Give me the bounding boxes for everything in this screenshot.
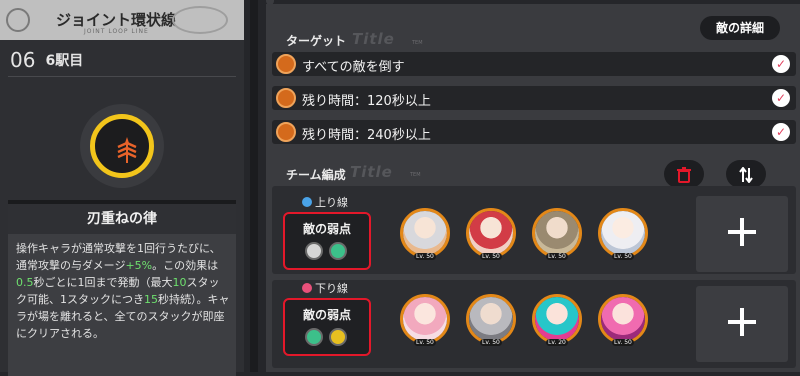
monkey-badge-icon	[276, 88, 296, 108]
target-label: すべての敵を倒す	[302, 60, 405, 75]
targets-title: ターゲット	[286, 34, 347, 48]
lightning-icon	[329, 328, 347, 346]
character-slot[interactable]	[466, 208, 516, 258]
check-icon: ✓	[772, 89, 790, 107]
lower-line-icon	[302, 283, 312, 293]
trash-icon	[677, 166, 691, 183]
character-portrait	[535, 211, 579, 255]
monkey-badge-icon	[276, 54, 296, 74]
team-title-tm: TEM	[410, 172, 421, 178]
character-slot[interactable]	[532, 294, 582, 344]
wind-icon	[329, 242, 347, 260]
stage-header: ジョイント環状線 JOINT LOOP LINE	[0, 0, 244, 40]
divider	[8, 76, 236, 77]
plus-icon	[728, 308, 756, 336]
delete-team-button[interactable]	[664, 160, 704, 188]
effect-name: 刃重ねの律	[8, 204, 236, 234]
line-logo-icon	[6, 8, 30, 32]
character-slot[interactable]	[532, 208, 582, 258]
character-slot[interactable]	[598, 294, 648, 344]
stage-subtitle: JOINT LOOP LINE	[84, 28, 149, 35]
level-label: Lv. 50	[546, 253, 568, 260]
level-label: Lv. 50	[480, 339, 502, 346]
targets-title-deco: Title	[352, 30, 395, 48]
stage-number: 06	[10, 48, 36, 72]
enemy-details-button[interactable]: 敵の詳細	[700, 16, 780, 40]
target-label: 残り時間：240秒以上	[302, 128, 431, 143]
targets-title-tm: TEM	[412, 40, 423, 46]
upper-weakness-box: 敵の弱点	[283, 212, 371, 270]
character-slot[interactable]	[400, 294, 450, 344]
upper-line-label: 上り線	[315, 196, 348, 209]
target-item: すべての敵を倒す ✓	[272, 52, 796, 76]
stage-title: ジョイント環状線	[56, 11, 177, 29]
character-slot[interactable]	[598, 208, 648, 258]
upper-line-tag: 上り線	[302, 194, 348, 210]
weakness-label: 敵の弱点	[302, 222, 351, 236]
eye-decoration-icon	[172, 6, 228, 34]
stage-info: 06 6駅目	[10, 48, 83, 72]
character-slot[interactable]	[400, 208, 450, 258]
stage-label: 6駅目	[45, 53, 84, 69]
swap-vertical-icon	[739, 165, 753, 184]
character-slot[interactable]	[466, 294, 516, 344]
physical-icon	[305, 242, 323, 260]
add-character-button[interactable]	[696, 286, 788, 362]
character-portrait	[601, 297, 645, 341]
weakness-label: 敵の弱点	[302, 308, 351, 322]
lower-weakness-box: 敵の弱点	[283, 298, 371, 356]
effect-description: 操作キャラが通常攻撃を1回行うたびに、通常攻撃の与ダメージ+5%。この効果は0.…	[16, 242, 230, 340]
wind-icon	[305, 328, 323, 346]
add-character-button[interactable]	[696, 196, 788, 272]
stage-panel: ジョイント環状線 JOINT LOOP LINE 06 6駅目 刃重ねの律 操作…	[0, 0, 244, 376]
character-portrait	[403, 297, 447, 341]
character-portrait	[403, 211, 447, 255]
target-item: 残り時間：120秒以上 ✓	[272, 86, 796, 110]
character-portrait	[469, 211, 513, 255]
character-portrait	[601, 211, 645, 255]
target-label: 残り時間：120秒以上	[302, 94, 431, 109]
plus-icon	[728, 218, 756, 246]
lower-line-label: 下り線	[315, 282, 348, 295]
character-portrait	[469, 297, 513, 341]
monkey-badge-icon	[276, 122, 296, 142]
swap-lines-button[interactable]	[726, 160, 766, 188]
upper-line-icon	[302, 197, 312, 207]
level-label: Lv. 50	[612, 253, 634, 260]
effect-emblem	[80, 104, 164, 188]
level-label: Lv. 50	[612, 339, 634, 346]
blade-stack-icon	[90, 114, 154, 178]
check-icon: ✓	[772, 123, 790, 141]
lower-line-tag: 下り線	[302, 280, 348, 296]
target-item: 残り時間：240秒以上 ✓	[272, 120, 796, 144]
effect-description-card: 刃重ねの律 操作キャラが通常攻撃を1回行うたびに、通常攻撃の与ダメージ+5%。こ…	[8, 200, 236, 376]
check-icon: ✓	[772, 55, 790, 73]
level-label: Lv. 50	[480, 253, 502, 260]
level-label: Lv. 20	[546, 339, 568, 346]
level-label: Lv. 50	[414, 253, 436, 260]
team-title: チーム編成	[286, 168, 346, 182]
level-label: Lv. 50	[414, 339, 436, 346]
team-title-deco: Title	[350, 163, 393, 181]
character-portrait	[535, 297, 579, 341]
panel-divider	[250, 0, 258, 372]
